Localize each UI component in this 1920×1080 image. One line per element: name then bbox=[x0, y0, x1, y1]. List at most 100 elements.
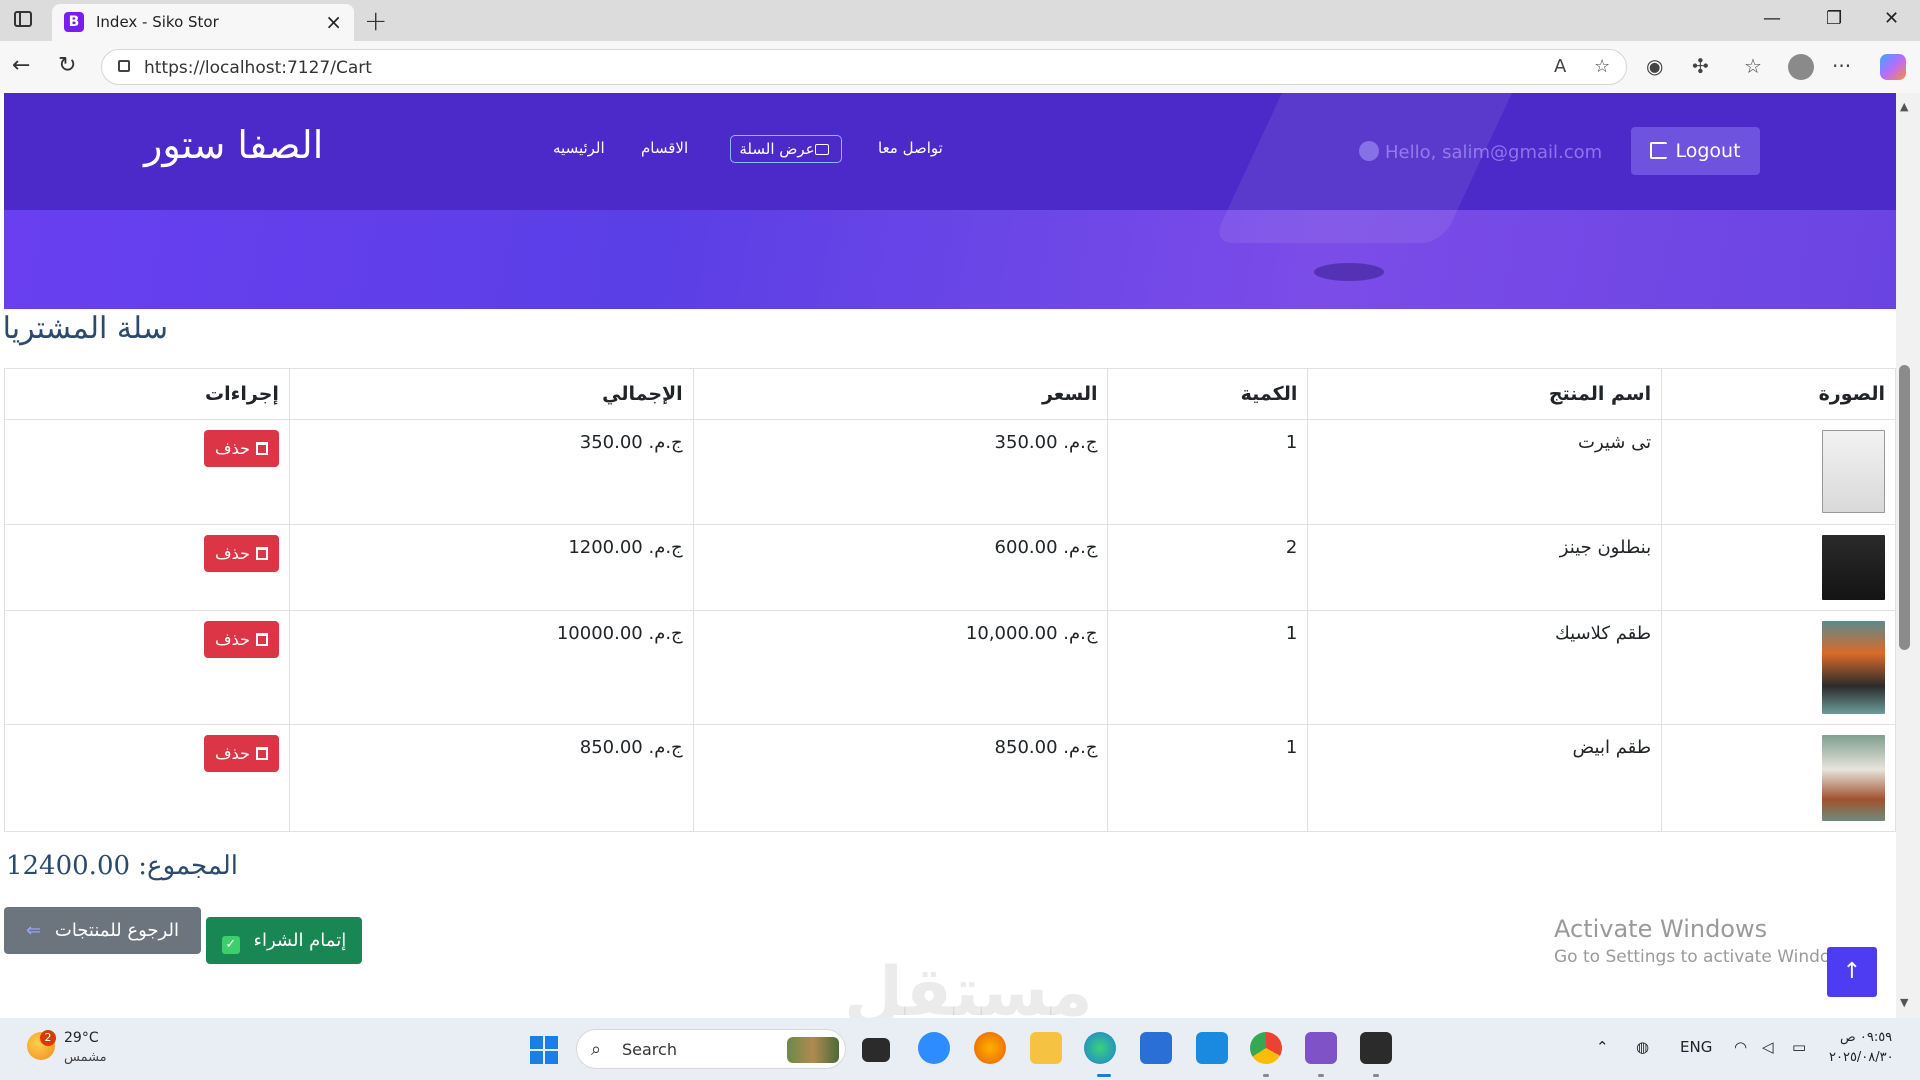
language-indicator[interactable]: ENG bbox=[1680, 1038, 1712, 1056]
close-tab-icon[interactable]: × bbox=[325, 10, 342, 34]
clock-date[interactable]: ٢٠٢٥/٠٨/٣٠ bbox=[1829, 1050, 1894, 1065]
wifi-icon[interactable]: ◠ bbox=[1734, 1038, 1747, 1056]
price-cell: ج.م. 600.00 bbox=[692, 524, 1109, 611]
favorite-star-icon[interactable]: ☆ bbox=[1594, 56, 1610, 77]
minimize-icon[interactable]: — bbox=[1763, 8, 1781, 29]
product-image-white-set bbox=[1822, 735, 1885, 821]
checkout-button[interactable]: إتمام الشراء ✓ bbox=[206, 917, 362, 964]
activate-subtitle: Go to Settings to activate Windows. bbox=[1554, 947, 1859, 967]
network-status-icon[interactable]: ◍ bbox=[1636, 1038, 1649, 1056]
nav-contact-link[interactable]: تواصل معا bbox=[878, 139, 943, 157]
extension-globe-icon[interactable]: ◉ bbox=[1646, 54, 1663, 78]
delete-label: حذف bbox=[215, 439, 250, 458]
price-cell: ج.م. 10,000.00 bbox=[692, 610, 1109, 725]
favorites-icon[interactable]: ☆ bbox=[1744, 54, 1762, 78]
delete-label: حذف bbox=[215, 744, 250, 763]
actions-cell: حذف bbox=[4, 610, 290, 725]
tab-actions-icon[interactable] bbox=[14, 11, 32, 27]
volume-icon[interactable]: ◁ bbox=[1762, 1038, 1774, 1056]
battery-icon[interactable]: ▭ bbox=[1792, 1038, 1806, 1056]
cart-icon bbox=[814, 144, 829, 155]
task-view-icon[interactable] bbox=[862, 1038, 890, 1062]
profile-avatar[interactable] bbox=[1788, 54, 1814, 80]
trash-icon bbox=[255, 442, 268, 455]
scroll-up-icon[interactable]: ▲ bbox=[1900, 100, 1908, 113]
nav-home-link[interactable]: الرئيسيه bbox=[553, 139, 605, 157]
nav-cart-link[interactable]: عرض السلة bbox=[730, 135, 842, 163]
weather-badge: 2 bbox=[40, 1030, 56, 1046]
new-tab-icon[interactable]: + bbox=[364, 4, 387, 37]
column-header: اسم المنتج bbox=[1307, 368, 1663, 420]
microsoft-store-icon[interactable] bbox=[1140, 1032, 1172, 1064]
scroll-to-top-button[interactable]: ↑ bbox=[1827, 947, 1877, 997]
table-header-row: الصورة اسم المنتج الكمية السعر الإجمالي … bbox=[4, 368, 1896, 420]
quantity-cell: 1 bbox=[1107, 610, 1309, 725]
actions-cell: حذف bbox=[4, 524, 290, 611]
product-name: بنطلون جينز bbox=[1307, 524, 1663, 611]
terminal-icon[interactable] bbox=[1360, 1032, 1392, 1064]
more-menu-icon[interactable]: ··· bbox=[1832, 54, 1851, 78]
clock-time[interactable]: ٠٩:٥٩ ص bbox=[1840, 1030, 1892, 1045]
browser-tab[interactable]: B Index - Siko Stor × bbox=[52, 4, 354, 41]
back-to-products-button[interactable]: الرجوع للمنتجات ⇐ bbox=[4, 907, 201, 954]
chrome-running-indicator bbox=[1263, 1074, 1269, 1077]
delete-button[interactable]: حذف bbox=[204, 535, 279, 572]
arrow-left-icon: ⇐ bbox=[26, 920, 42, 941]
scroll-down-icon[interactable]: ▼ bbox=[1900, 996, 1908, 1009]
trash-icon bbox=[255, 633, 268, 646]
brand-logo[interactable]: الصفا ستور bbox=[144, 123, 323, 167]
file-explorer-icon[interactable] bbox=[1030, 1032, 1062, 1064]
nav-cart-label: عرض السلة bbox=[739, 140, 815, 158]
actions-cell: حذف bbox=[4, 724, 290, 832]
logout-button[interactable]: Logout bbox=[1631, 127, 1760, 175]
show-hidden-icons-icon[interactable]: ⌃ bbox=[1596, 1038, 1609, 1056]
delete-label: حذف bbox=[215, 544, 250, 563]
delete-button[interactable]: حذف bbox=[204, 430, 279, 467]
refresh-icon[interactable]: ↻ bbox=[58, 53, 76, 78]
url-field[interactable]: https://localhost:7127/Cart A ☆ bbox=[101, 49, 1627, 85]
logout-label: Logout bbox=[1675, 140, 1741, 162]
read-aloud-icon[interactable]: A bbox=[1554, 56, 1566, 77]
user-icon bbox=[1359, 141, 1379, 161]
total-cell: ج.م. 10000.00 bbox=[288, 610, 694, 725]
zoom-icon[interactable] bbox=[918, 1032, 950, 1064]
quantity-cell: 2 bbox=[1107, 524, 1309, 611]
visual-studio-icon[interactable] bbox=[1305, 1032, 1337, 1064]
weather-temperature[interactable]: 29°C bbox=[64, 1030, 99, 1046]
back-icon[interactable]: ← bbox=[12, 53, 30, 78]
firefox-icon[interactable] bbox=[974, 1032, 1006, 1064]
product-name: طقم كلاسيك bbox=[1307, 610, 1663, 725]
chrome-icon[interactable] bbox=[1250, 1032, 1282, 1064]
user-greeting: Hello, salim@gmail.com bbox=[1359, 141, 1602, 163]
url-text: https://localhost:7127/Cart bbox=[144, 58, 372, 78]
trash-icon bbox=[255, 547, 268, 560]
delete-button[interactable]: حذف bbox=[204, 735, 279, 772]
total-cell: ج.م. 1200.00 bbox=[288, 524, 694, 611]
windows-taskbar: 2 29°C مشمس ⌕ Search ⌃ ◍ ENG ◠ ◁ ▭ ٠٩:٥٩… bbox=[0, 1018, 1920, 1080]
address-bar-row: ← ↻ https://localhost:7127/Cart A ☆ ◉ ✣ … bbox=[0, 41, 1920, 93]
activate-windows-notice: Activate Windows Go to Settings to activ… bbox=[1554, 915, 1859, 967]
bootstrap-favicon-icon: B bbox=[64, 12, 84, 32]
restore-icon[interactable]: ❐ bbox=[1826, 8, 1842, 29]
extensions-icon[interactable]: ✣ bbox=[1692, 54, 1709, 78]
tab-title: Index - Siko Stor bbox=[96, 13, 219, 31]
scrollbar-thumb[interactable] bbox=[1899, 365, 1910, 650]
taskbar-search[interactable]: ⌕ Search bbox=[576, 1029, 846, 1069]
windows-start-icon[interactable] bbox=[530, 1036, 558, 1064]
nav-categories-link[interactable]: الاقسام bbox=[641, 139, 688, 157]
edge-icon[interactable] bbox=[1084, 1032, 1116, 1064]
image-cell bbox=[1661, 419, 1896, 525]
product-image-classic-set bbox=[1822, 621, 1885, 714]
close-window-icon[interactable]: ✕ bbox=[1884, 8, 1899, 29]
price-cell: ج.م. 350.00 bbox=[692, 419, 1109, 525]
copilot-icon[interactable] bbox=[1880, 54, 1906, 80]
column-header: إجراءات bbox=[4, 368, 290, 420]
product-name: طقم ابيض bbox=[1307, 724, 1663, 832]
browser-tab-bar: B Index - Siko Stor × + — ❐ ✕ bbox=[0, 0, 1920, 41]
greeting-text: Hello, salim@gmail.com bbox=[1385, 142, 1603, 163]
total-cell: ج.م. 350.00 bbox=[288, 419, 694, 525]
delete-button[interactable]: حذف bbox=[204, 621, 279, 658]
hero-illustration-base bbox=[1314, 263, 1384, 281]
vscode-icon[interactable] bbox=[1196, 1032, 1228, 1064]
actions-cell: حذف bbox=[4, 419, 290, 525]
